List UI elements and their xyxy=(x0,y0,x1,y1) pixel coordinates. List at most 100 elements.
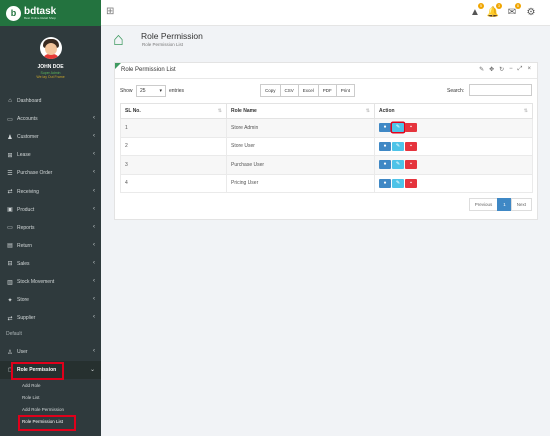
chevron-left-icon: ‹ xyxy=(93,278,95,284)
print-button[interactable]: Print xyxy=(335,84,356,97)
sales-icon: ⊟ xyxy=(7,261,13,268)
pdf-button[interactable]: PDF xyxy=(317,84,337,97)
entries-select[interactable]: 25 ▾ xyxy=(136,85,166,97)
search-input[interactable] xyxy=(469,84,532,96)
pencil-icon: ✎ xyxy=(395,124,401,131)
move-icon[interactable]: ✥ xyxy=(489,66,494,73)
show-label: Show xyxy=(120,88,133,94)
column-action[interactable]: Action ⇅ xyxy=(374,103,533,119)
edit-button[interactable]: ✎ xyxy=(392,141,404,151)
sidebar-item-receiving[interactable]: ⇄ Receiving ‹ xyxy=(0,183,101,201)
eye-icon: ● xyxy=(383,124,387,131)
sidebar-item-label: Customer xyxy=(17,134,39,141)
chevron-down-icon: ⌄ xyxy=(89,367,95,373)
excel-button[interactable]: Excel xyxy=(297,84,319,97)
submenu-role-list[interactable]: Role List xyxy=(22,395,40,400)
sidebar-item-supplier[interactable]: ⇄ Supplier ‹ xyxy=(0,309,101,327)
section-default: Default xyxy=(6,331,22,337)
highlight-role-permission-list xyxy=(18,415,76,431)
trash-icon: ▪ xyxy=(410,161,412,168)
delete-button[interactable]: ▪ xyxy=(405,123,417,133)
minimize-icon[interactable]: − xyxy=(509,66,513,73)
column-role-name[interactable]: Role Name ⇅ xyxy=(226,103,375,119)
view-button[interactable]: ● xyxy=(379,178,391,188)
folder-icon: ▭ xyxy=(7,116,13,123)
sidebar-item-customer[interactable]: ♟ Customer ‹ xyxy=(0,128,101,146)
sidebar-item-label: Store xyxy=(17,297,29,304)
message-badge: 8 xyxy=(515,3,521,9)
previous-button[interactable]: Previous xyxy=(468,198,499,211)
delete-button[interactable]: ▪ xyxy=(405,141,417,151)
cell-role-name: Store Admin xyxy=(226,118,375,138)
csv-button[interactable]: CSV xyxy=(279,84,299,97)
table-row: 3 Purchase User ● ✎ ▪ xyxy=(120,155,533,175)
trash-icon: ▪ xyxy=(410,142,412,149)
sidebar-item-reports[interactable]: ▭ Reports ‹ xyxy=(0,219,101,237)
cell-sl: 1 xyxy=(120,118,227,138)
logo[interactable]: b bdtask Best Online Retail Shop xyxy=(0,0,101,26)
cell-role-name: Pricing User xyxy=(226,173,375,193)
gear-icon[interactable]: ⚙ xyxy=(525,6,537,18)
sidebar-item-lease[interactable]: ⊞ Lease ‹ xyxy=(0,146,101,164)
refresh-icon[interactable]: ↻ xyxy=(499,66,504,73)
cell-sl: 4 xyxy=(120,173,227,193)
panel-title: Role Permission List xyxy=(121,67,176,73)
sidebar-item-label: Dashboard xyxy=(17,98,42,104)
bell-icon[interactable]: 🔔 3 xyxy=(487,3,502,18)
chevron-left-icon: ‹ xyxy=(93,223,95,230)
edit-button[interactable]: ✎ xyxy=(392,123,404,133)
sidebar-item-stock-movement[interactable]: ▥ Stock Movement ‹ xyxy=(0,273,101,291)
edit-button[interactable]: ✎ xyxy=(392,160,404,170)
entries-value: 25 xyxy=(140,88,146,94)
report-icon: ▭ xyxy=(7,225,13,232)
sidebar-item-product[interactable]: ▣ Product ‹ xyxy=(0,201,101,219)
delete-button[interactable]: ▪ xyxy=(405,160,417,170)
column-label: Action xyxy=(379,108,395,114)
sidebar-item-label: Accounts xyxy=(17,116,38,123)
sidebar-item-user[interactable]: ♙ User ‹ xyxy=(0,343,101,361)
edit-pencil-icon[interactable]: ✎ xyxy=(479,66,484,73)
role-permission-panel: Role Permission List ✎ ✥ ↻ − ⤢ × Show 25… xyxy=(114,62,538,220)
view-button[interactable]: ● xyxy=(379,123,391,133)
next-button[interactable]: Next xyxy=(510,198,532,211)
page-1-button[interactable]: 1 xyxy=(497,198,512,211)
close-icon[interactable]: × xyxy=(527,66,531,73)
trash-icon: ▪ xyxy=(410,179,412,186)
pencil-icon: ✎ xyxy=(395,161,401,168)
column-sl-no[interactable]: SL No. ⇅ xyxy=(120,103,227,119)
supplier-icon: ⇄ xyxy=(7,315,13,322)
chevron-left-icon: ‹ xyxy=(93,205,95,212)
eye-icon: ● xyxy=(383,161,387,168)
bell-badge: 3 xyxy=(496,3,502,9)
delete-button[interactable]: ▪ xyxy=(405,178,417,188)
sidebar: b bdtask Best Online Retail Shop JOHN DO… xyxy=(0,0,101,436)
alert-icon[interactable]: ▲ 5 xyxy=(469,3,484,18)
edit-button[interactable]: ✎ xyxy=(392,178,404,188)
submenu-add-role[interactable]: Add Role xyxy=(22,383,41,388)
sidebar-item-sales[interactable]: ⊟ Sales ‹ xyxy=(0,255,101,273)
user-profile: JOHN DOE Super Admin We lay Out Frame xyxy=(0,26,101,88)
cell-sl: 3 xyxy=(120,155,227,175)
home-icon: ⌂ xyxy=(8,98,12,104)
view-button[interactable]: ● xyxy=(379,160,391,170)
sidebar-item-store[interactable]: ✦ Store ‹ xyxy=(0,291,101,309)
sidebar-item-label: Return xyxy=(17,242,33,249)
avatar[interactable] xyxy=(39,37,62,59)
chevron-left-icon: ‹ xyxy=(93,314,95,321)
select-arrow-icon: ▾ xyxy=(159,88,162,94)
store-icon: ✦ xyxy=(7,297,13,304)
expand-icon[interactable]: ⤢ xyxy=(518,66,523,73)
view-button[interactable]: ● xyxy=(379,141,391,151)
sidebar-item-purchase-order[interactable]: ☰ Purchase Order ‹ xyxy=(0,164,101,182)
sidebar-item-label: Stock Movement xyxy=(17,279,55,285)
submenu-add-role-permission[interactable]: Add Role Permission xyxy=(22,407,64,412)
sort-icon: ⇅ xyxy=(523,108,528,114)
handshake-icon: ⇄ xyxy=(7,189,13,195)
sidebar-item-return[interactable]: ▤ Return ‹ xyxy=(0,237,101,255)
menu-grid-icon[interactable]: ⊞ xyxy=(106,6,114,17)
message-icon[interactable]: ✉ 8 xyxy=(506,3,521,18)
copy-button[interactable]: Copy xyxy=(260,84,281,97)
sidebar-item-accounts[interactable]: ▭ Accounts ‹ xyxy=(0,110,101,128)
sidebar-item-dashboard[interactable]: ⌂ Dashboard xyxy=(0,92,101,110)
logo-mark-icon: b xyxy=(6,5,21,21)
